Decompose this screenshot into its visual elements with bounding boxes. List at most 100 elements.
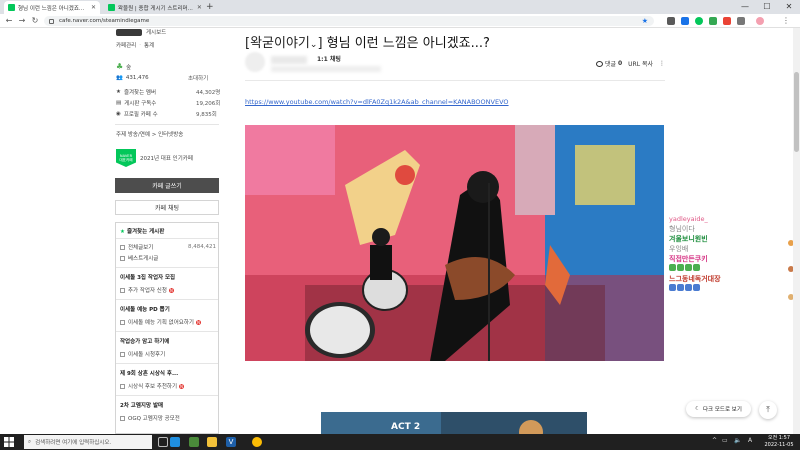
puzzle-icon[interactable] <box>737 17 745 25</box>
section-title: 이세돌 예능 PD 뽑기 <box>120 307 170 313</box>
moon-icon: ☾ <box>695 406 700 412</box>
board-item-best[interactable]: 베스트게시글 <box>120 254 158 262</box>
clock-date: 2022-11-05 <box>764 442 794 448</box>
divider <box>116 299 218 300</box>
board-icon <box>120 255 125 261</box>
comments-count: 0 <box>617 60 623 67</box>
scroll-to-top-button[interactable]: ⤒ <box>759 401 777 419</box>
minecraft-icon[interactable] <box>189 437 199 447</box>
invite-link[interactable]: 초대하기 <box>188 74 208 82</box>
profile-avatar[interactable] <box>756 17 764 25</box>
emote-row <box>669 284 729 294</box>
more-options-icon[interactable]: ⋮ <box>659 60 665 67</box>
comments-button[interactable]: 댓글 0 <box>595 59 623 68</box>
chrome-icon[interactable] <box>252 437 262 447</box>
maximize-button[interactable]: ☐ <box>756 0 778 14</box>
extension-icon[interactable] <box>667 17 675 25</box>
board-icon <box>120 415 125 421</box>
author-avatar[interactable] <box>245 52 265 72</box>
taskbar-search-input[interactable]: ⌕ 검색하려면 여기에 입력하십시오. <box>24 435 152 449</box>
one-to-one-chat-link[interactable]: 1:1 채팅 <box>317 54 341 63</box>
divider <box>115 124 219 125</box>
divider <box>116 363 218 364</box>
member-row: 👥 431,476 초대하기 <box>116 75 208 82</box>
board-item[interactable]: 시상식 후보 추천하기 N <box>120 382 185 390</box>
scrollbar-thumb[interactable] <box>794 72 799 152</box>
close-tab-icon[interactable]: ✕ <box>87 4 96 11</box>
tab-title: 왁물원 | 종합 게시기 스트리머... <box>118 5 193 12</box>
stat-row: ▤ 게시판 구독수 19,206회 <box>116 99 220 107</box>
comment-bubble-icon <box>595 60 603 67</box>
post-meta-actions: 댓글 0 URL 복사 ⋮ <box>595 59 665 68</box>
taskbar-clock[interactable]: 오전 1:57 2022-11-05 <box>762 435 796 449</box>
url-copy-button[interactable]: URL 복사 <box>628 59 653 68</box>
windows-start-icon[interactable] <box>4 437 14 447</box>
back-arrow-icon[interactable]: ← <box>3 15 15 27</box>
vegas-icon[interactable]: V <box>226 437 236 447</box>
divider <box>116 331 218 332</box>
bookmark-star-icon[interactable]: ★ <box>642 17 648 25</box>
chevron-down-icon: ⌄ <box>309 40 318 50</box>
volume-icon[interactable]: 🔈 <box>734 437 741 444</box>
search-placeholder: 검색하려면 여기에 입력하십시오. <box>35 440 112 446</box>
forward-arrow-icon[interactable]: → <box>16 15 28 27</box>
emote-icon <box>693 284 700 291</box>
cafe-level-row: ♣ 숲 <box>116 62 131 71</box>
post-title-text: 형님 이런 느낌은 아니겠죠...? <box>326 36 490 51</box>
network-icon[interactable]: ▭ <box>722 437 728 444</box>
extension-icon[interactable] <box>681 17 689 25</box>
board-item[interactable]: 이세돌 시청후기 <box>120 350 165 358</box>
extension-icon[interactable] <box>723 17 731 25</box>
reload-icon[interactable]: ↻ <box>29 15 41 27</box>
stat-value: 19,206회 <box>196 101 221 107</box>
emote-icon <box>685 284 692 291</box>
edge-icon[interactable] <box>170 437 180 447</box>
minimize-button[interactable]: — <box>734 0 756 14</box>
stats-link[interactable]: 통계 <box>144 41 154 49</box>
emote-icon <box>693 264 700 271</box>
tab-inactive[interactable]: 왁물원 | 종합 게시기 스트리머... ✕ <box>104 1 202 14</box>
close-window-button[interactable]: ✕ <box>778 0 800 14</box>
youtube-link[interactable]: https://www.youtube.com/watch?v=dlFA0Zq1… <box>245 98 509 106</box>
tree-icon: ♣ <box>116 62 124 71</box>
board-item[interactable]: 추가 작업자 신청 N <box>120 286 174 294</box>
game-banner-image[interactable]: ACT 2 <box>321 412 587 434</box>
write-post-button[interactable]: 카페 글쓰기 <box>115 178 219 193</box>
banner-text: ACT 2 <box>391 422 421 432</box>
page-scrollbar[interactable] <box>793 28 800 434</box>
menu-kebab-icon[interactable]: ⋮ <box>780 15 792 27</box>
tab-active[interactable]: 형님 이런 느낌은 아니겠죠... ✕ <box>4 1 100 14</box>
stream-chat-overlay: yadleyaide_ 형님이다 겨울보니원빈 우잉배 직접만든쿠키 느그동네독… <box>669 214 729 294</box>
dark-mode-button[interactable]: ☾ 다크 모드로 보기 <box>686 401 751 417</box>
stat-row: ★ 즐겨찾는 멤버 44,302명 <box>116 88 220 96</box>
cafe-chat-button[interactable]: 카페 채팅 <box>115 200 219 215</box>
divider <box>245 80 665 81</box>
clock-time: 오전 1:57 <box>767 435 791 441</box>
cafe-topic[interactable]: 주제 방송/연예 > 인터넷방송 <box>116 130 183 138</box>
board-icon <box>120 244 125 250</box>
board-item-all[interactable]: 전체글보기 8,484,421 <box>120 243 216 251</box>
close-tab-icon[interactable]: ✕ <box>193 4 202 11</box>
ime-indicator[interactable]: A <box>748 437 752 444</box>
stat-label: 프로필 카페 수 <box>123 112 158 118</box>
embedded-video-thumbnail[interactable] <box>245 125 664 361</box>
board-menu: ★ 즐겨찾는 게시판 전체글보기 8,484,421 베스트게시글 이세돌 3집 … <box>115 222 219 434</box>
extension-icon[interactable] <box>695 17 703 25</box>
file-explorer-icon[interactable] <box>207 437 217 447</box>
section-title: 제 9회 상혼 시상식 후... <box>120 371 179 377</box>
task-view-icon[interactable] <box>158 437 168 447</box>
cafe-admin-link[interactable]: 카페관리 <box>116 41 136 49</box>
extension-icon[interactable] <box>709 17 717 25</box>
board-item[interactable]: 이세돌 예능 기획 없어요하기 N <box>120 318 201 326</box>
tray-chevron-icon[interactable]: ^ <box>712 437 717 444</box>
section-title: 2차 고멤지망 발매 <box>120 403 164 409</box>
naver-favicon-icon <box>108 4 115 11</box>
stat-value: 9,835회 <box>196 112 217 118</box>
board-item[interactable]: OGQ 고멤지망 공모전 <box>120 414 180 422</box>
search-icon: ⌕ <box>28 438 32 445</box>
chat-message: 형님이다 <box>669 225 695 233</box>
post-category[interactable]: [왁굳이야기⌄] <box>245 36 323 51</box>
address-bar[interactable]: cafe.naver.com/steamindiegame ★ <box>44 16 654 26</box>
chat-username: 겨울보니원빈 <box>669 235 708 243</box>
new-tab-button[interactable]: + <box>206 2 214 12</box>
